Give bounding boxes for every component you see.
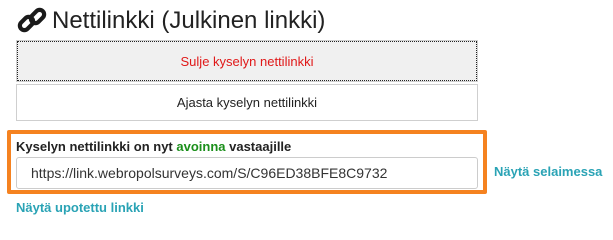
survey-link-url-field[interactable]: https://link.webropolsurveys.com/S/C96ED…: [16, 157, 478, 189]
view-in-browser-link[interactable]: Näytä selaimessa: [494, 164, 602, 179]
link-status-text: Kyselyn nettilinkki on nyt avoinna vasta…: [16, 139, 291, 154]
schedule-link-button[interactable]: Ajasta kyselyn nettilinkki: [16, 84, 478, 121]
page-title-text: Nettilinkki (Julkinen linkki): [52, 7, 326, 34]
schedule-link-button-label: Ajasta kyselyn nettilinkki: [176, 95, 318, 110]
view-embedded-link[interactable]: Näytä upotettu linkki: [16, 200, 144, 215]
link-status-suffix: vastaajille: [225, 139, 292, 154]
survey-link-url-value: https://link.webropolsurveys.com/S/C96ED…: [31, 165, 388, 181]
close-link-button[interactable]: Sulje kyselyn nettilinkki: [16, 40, 478, 82]
page-title: Nettilinkki (Julkinen linkki): [16, 3, 325, 39]
close-link-button-label: Sulje kyselyn nettilinkki: [180, 53, 314, 69]
link-status-state: avoinna: [176, 139, 226, 154]
link-status-prefix: Kyselyn nettilinkki on nyt: [16, 139, 177, 154]
public-link-panel: Nettilinkki (Julkinen linkki) Sulje kyse…: [0, 0, 613, 224]
chain-link-icon: [17, 7, 47, 33]
